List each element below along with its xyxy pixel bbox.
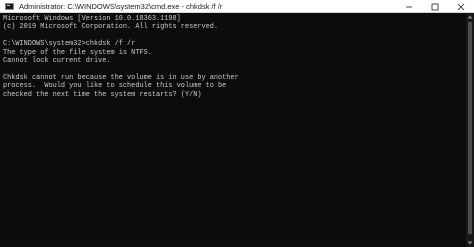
scroll-down-icon[interactable]: [467, 240, 473, 246]
console-line: Microsoft Windows [Version 10.0.18363.11…: [3, 15, 181, 23]
console-output[interactable]: Microsoft Windows [Version 10.0.18363.11…: [0, 13, 466, 247]
cmd-window: Administrator: C:\WINDOWS\system32\cmd.e…: [0, 0, 474, 247]
close-icon: [457, 3, 465, 10]
console-line: The type of the file system is NTFS.: [3, 48, 152, 57]
close-button[interactable]: [448, 0, 474, 13]
minimize-icon: [406, 6, 412, 7]
console-line: checked the next time the system restart…: [3, 90, 202, 99]
cmd-icon: [5, 3, 14, 10]
window-title: Administrator: C:\WINDOWS\system32\cmd.e…: [19, 2, 223, 11]
scroll-thumb[interactable]: [468, 22, 472, 234]
console-line: Cannot lock current drive.: [3, 56, 111, 65]
title-bar[interactable]: Administrator: C:\WINDOWS\system32\cmd.e…: [0, 0, 474, 13]
console-line: (c) 2019 Microsoft Corporation. All righ…: [3, 23, 219, 32]
maximize-button[interactable]: [422, 0, 448, 13]
vertical-scrollbar[interactable]: [466, 13, 474, 247]
console-line: Chkdsk cannot run because the volume is …: [3, 73, 239, 82]
caption-buttons: [396, 0, 474, 13]
scroll-up-icon[interactable]: [467, 14, 473, 20]
console-line: C:\WINDOWS\system32>chkdsk /f /r: [3, 40, 136, 49]
console-line: process. Would you like to schedule this…: [3, 82, 227, 91]
maximize-icon: [431, 3, 439, 10]
minimize-button[interactable]: [396, 0, 422, 13]
